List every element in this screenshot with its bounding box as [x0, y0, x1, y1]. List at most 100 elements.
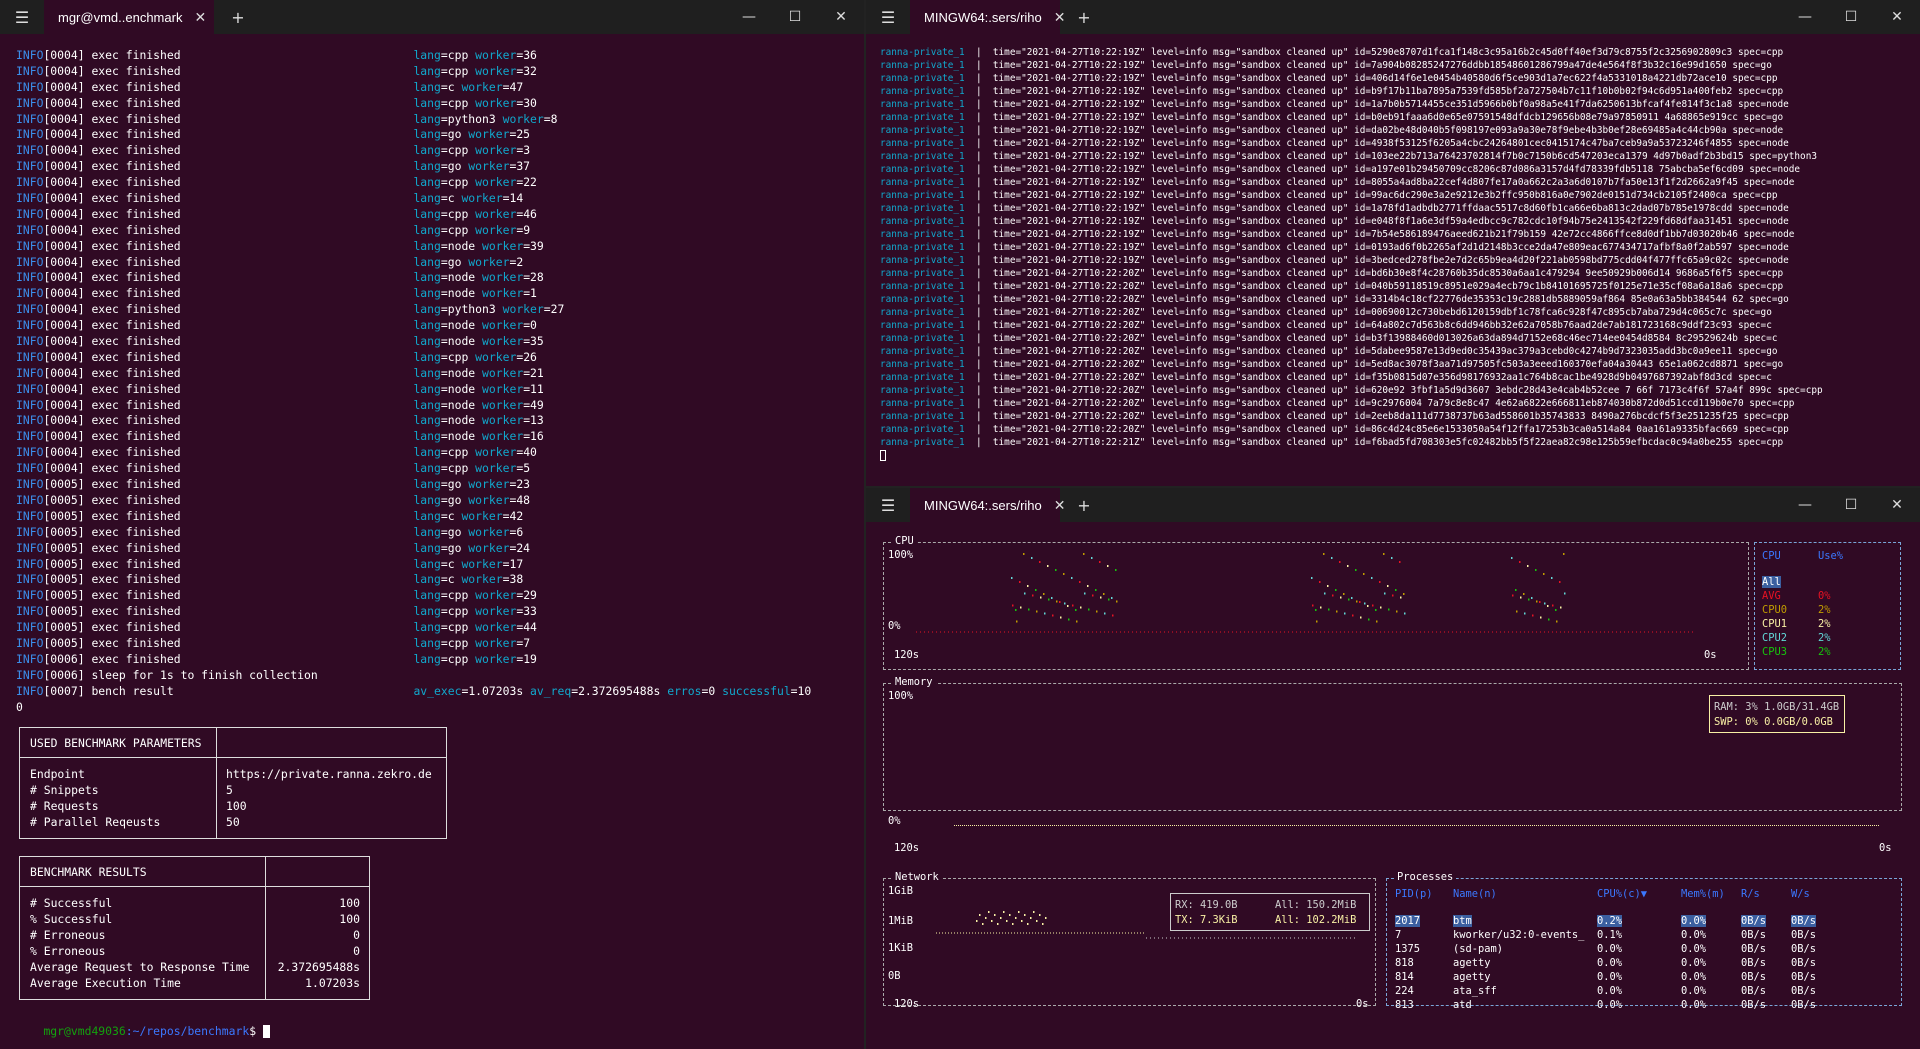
process-cell[interactable]: 0.2%	[1597, 915, 1623, 927]
cpu-mark	[1060, 616, 1062, 619]
close-window-icon[interactable]: ✕	[1874, 497, 1920, 513]
process-cell[interactable]: 0.0%	[1681, 985, 1706, 997]
process-cell[interactable]: 0B/s	[1741, 943, 1766, 955]
process-header[interactable]: Name(n)	[1453, 888, 1497, 900]
log-id: 5290e8707d1fca1f148c3c95a16b2c45d0ff40ef…	[1371, 47, 1733, 58]
hamburger-menu-icon[interactable]: ☰	[874, 3, 902, 31]
minimize-icon[interactable]: —	[1782, 9, 1828, 25]
close-window-icon[interactable]: ✕	[818, 9, 864, 25]
process-header[interactable]: PID(p)	[1395, 888, 1433, 900]
cpu-legend-name[interactable]: CPU2	[1762, 632, 1787, 644]
log-line: INFO[0006] exec finished lang=cpp worker=…	[16, 651, 537, 666]
hamburger-menu-icon[interactable]: ☰	[874, 491, 902, 519]
process-cell[interactable]: 0.0%	[1681, 971, 1706, 983]
cpu-mark	[1564, 592, 1566, 595]
process-header[interactable]: W/s	[1791, 888, 1810, 900]
process-header[interactable]: R/s	[1741, 888, 1760, 900]
process-cell[interactable]: (sd-pam)	[1453, 943, 1503, 955]
log-line: INFO[0004] exec finished lang=node worker…	[16, 397, 544, 412]
cpu-legend-name[interactable]: CPU0	[1762, 604, 1787, 616]
log-line: INFO[0005] exec finished lang=cpp worker=…	[16, 588, 537, 603]
process-cell[interactable]: 0B/s	[1741, 985, 1766, 997]
tab-mingw64[interactable]: MINGW64:.sers/riho ✕	[910, 488, 1065, 522]
process-cell[interactable]: btm	[1453, 915, 1472, 927]
process-cell[interactable]: 0.1%	[1597, 929, 1622, 941]
log-time: 2021-04-27T10:22:20Z	[1026, 424, 1140, 435]
tab-mingw64[interactable]: MINGW64:.sers/riho ✕	[910, 0, 1065, 34]
process-cell[interactable]: 0B/s	[1791, 971, 1816, 983]
process-cell[interactable]: 1375	[1395, 943, 1420, 955]
close-window-icon[interactable]: ✕	[1874, 9, 1920, 25]
close-tab-icon[interactable]: ✕	[1054, 497, 1066, 514]
process-cell[interactable]: 7	[1395, 929, 1401, 941]
docker-log-line: ranna-private_1 | time="2021-04-27T10:22…	[880, 307, 1772, 318]
process-cell[interactable]: 0.0%	[1681, 943, 1706, 955]
lang-key: lang	[413, 143, 441, 158]
shell-prompt[interactable]: mgr@vmd49036:~/repos/benchmark$	[16, 1008, 270, 1049]
process-header[interactable]: Mem%(m)	[1681, 888, 1725, 900]
process-cell[interactable]: 0B/s	[1791, 985, 1816, 997]
process-cell[interactable]: ata_sff	[1453, 985, 1497, 997]
process-cell[interactable]: 818	[1395, 957, 1414, 969]
log-line: INFO[0004] exec finished lang=cpp worker=…	[16, 143, 531, 158]
cpu-legend-name[interactable]: CPU1	[1762, 618, 1787, 630]
process-cell[interactable]: 0.0%	[1597, 999, 1622, 1011]
new-tab-icon[interactable]: +	[1070, 3, 1098, 31]
docker-log-line: ranna-private_1 | time="2021-04-27T10:22…	[880, 359, 1784, 370]
process-cell[interactable]: 0B/s	[1741, 929, 1766, 941]
process-cell[interactable]: 0.0%	[1681, 999, 1706, 1011]
cpu-mark	[1059, 601, 1061, 603]
log-spec: go	[1760, 60, 1772, 71]
process-cell[interactable]: 0B/s	[1741, 915, 1767, 927]
log-level: INFO	[16, 254, 44, 269]
process-cell[interactable]: 2017	[1395, 915, 1421, 927]
process-cell[interactable]: 0.0%	[1681, 957, 1706, 969]
minimize-icon[interactable]: —	[1782, 497, 1828, 513]
process-cell[interactable]: 0B/s	[1741, 999, 1766, 1011]
process-cell[interactable]: 0B/s	[1791, 929, 1816, 941]
process-cell[interactable]: 0B/s	[1791, 915, 1817, 927]
tab-title: MINGW64:.sers/riho	[924, 497, 1042, 513]
process-cell[interactable]: 0.0%	[1597, 943, 1622, 955]
process-cell[interactable]: 0B/s	[1791, 957, 1816, 969]
window-controls: — ☐ ✕	[1782, 0, 1920, 34]
cpu-legend-name[interactable]: All	[1762, 576, 1781, 588]
close-tab-icon[interactable]: ✕	[194, 9, 206, 26]
cpu-mark	[1380, 606, 1382, 609]
process-cell[interactable]: 0.0%	[1597, 971, 1622, 983]
new-tab-icon[interactable]: +	[224, 3, 252, 31]
process-cell[interactable]: 813	[1395, 999, 1414, 1011]
log-spec: node	[1766, 203, 1789, 214]
processes-label: Processes	[1394, 871, 1457, 883]
process-cell[interactable]: 0B/s	[1741, 971, 1766, 983]
hamburger-menu-icon[interactable]: ☰	[8, 3, 36, 31]
cpu-legend-name[interactable]: CPU3	[1762, 646, 1787, 658]
params-table: USED BENCHMARK PARAMETERS Endpoint https:…	[19, 727, 447, 839]
minimize-icon[interactable]: —	[726, 9, 772, 25]
process-cell[interactable]: agetty	[1453, 971, 1491, 983]
process-header[interactable]: CPU%(c)▼	[1597, 888, 1647, 900]
process-cell[interactable]: 0.0%	[1681, 915, 1707, 927]
tab-title: mgr@vmd..enchmark	[58, 9, 183, 25]
process-cell[interactable]: kworker/u32:0-events_	[1453, 929, 1584, 941]
process-cell[interactable]: 814	[1395, 971, 1414, 983]
worker-key: worker	[468, 620, 517, 635]
process-cell[interactable]: 0B/s	[1791, 943, 1816, 955]
process-cell[interactable]: atd	[1453, 999, 1472, 1011]
process-cell[interactable]: 224	[1395, 985, 1414, 997]
process-cell[interactable]: 0B/s	[1791, 999, 1816, 1011]
process-cell[interactable]: 0B/s	[1741, 957, 1766, 969]
new-tab-icon[interactable]: +	[1070, 491, 1098, 519]
maximize-icon[interactable]: ☐	[772, 9, 818, 25]
process-cell[interactable]: agetty	[1453, 957, 1491, 969]
close-tab-icon[interactable]: ✕	[1054, 9, 1066, 26]
process-cell[interactable]: 0.0%	[1681, 929, 1706, 941]
process-cell[interactable]: 0.0%	[1597, 957, 1622, 969]
log-line: INFO[0004] exec finished lang=node worker…	[16, 270, 544, 285]
cpu-mark	[1372, 604, 1374, 607]
tab-benchmark[interactable]: mgr@vmd..enchmark ✕	[44, 0, 214, 34]
cpu-legend-name[interactable]: AVG	[1762, 590, 1781, 602]
maximize-icon[interactable]: ☐	[1828, 497, 1874, 513]
maximize-icon[interactable]: ☐	[1828, 9, 1874, 25]
process-cell[interactable]: 0.0%	[1597, 985, 1622, 997]
